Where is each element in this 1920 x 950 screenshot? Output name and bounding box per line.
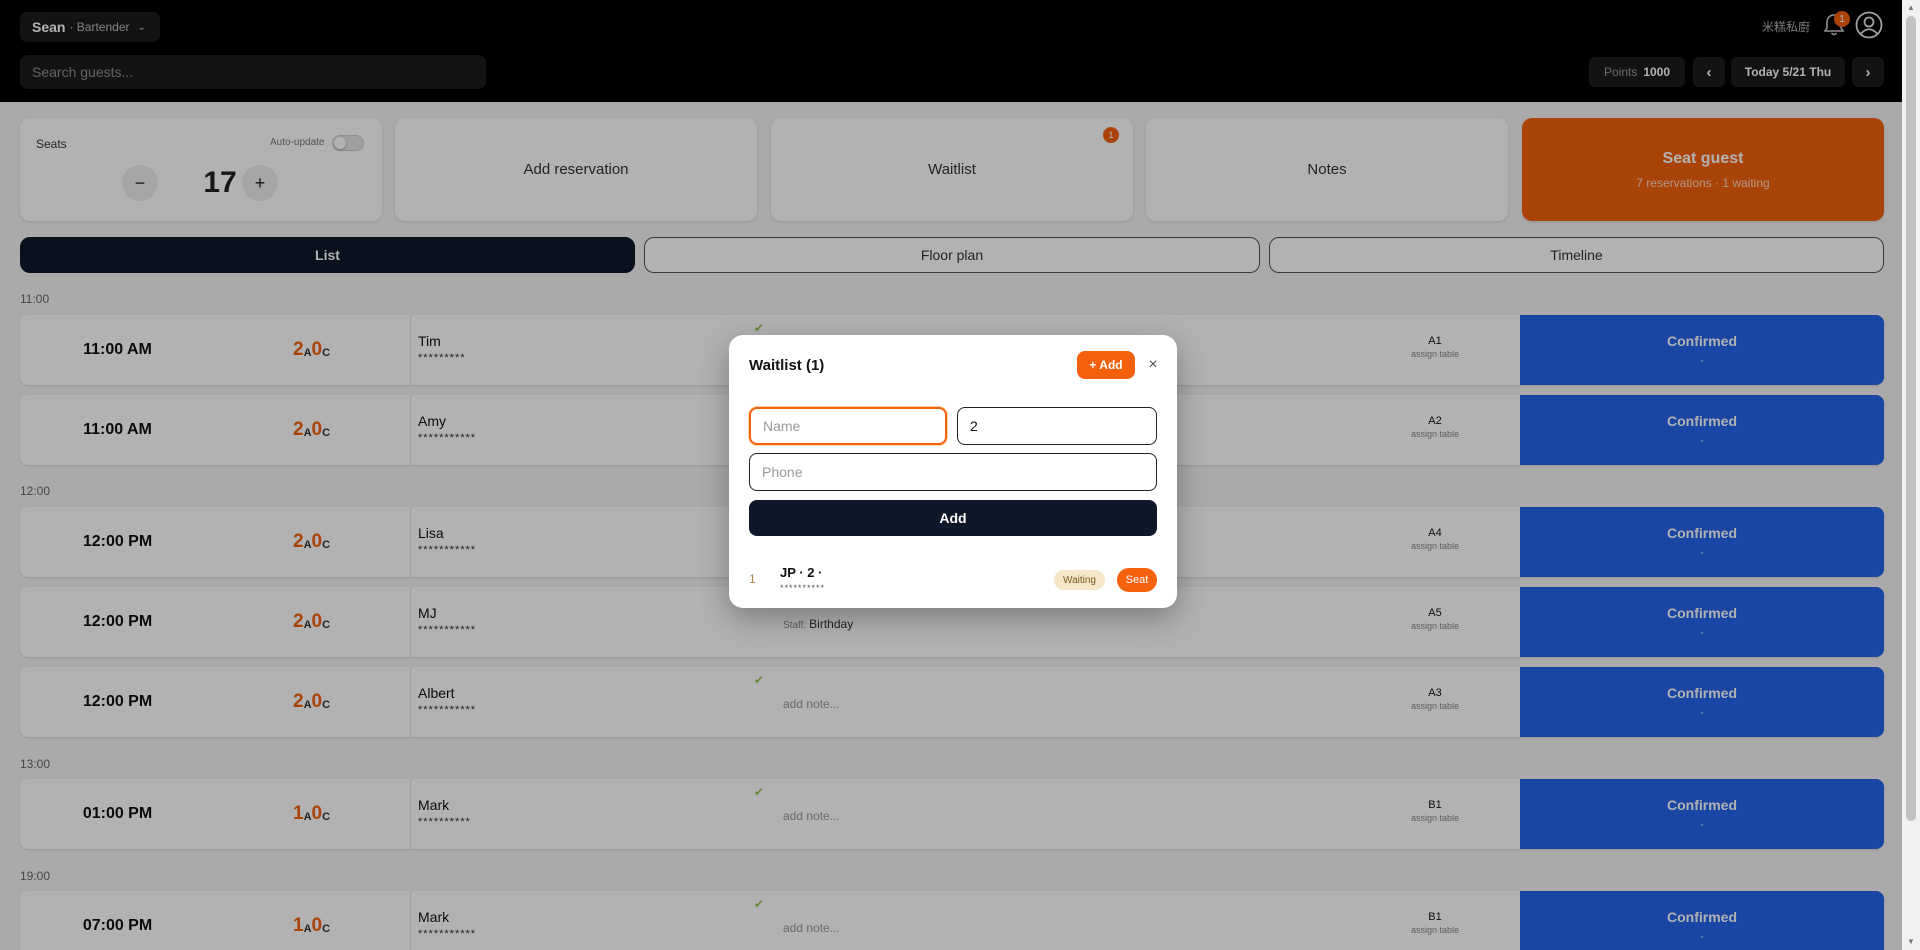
scrollbar-thumb[interactable] [1906,16,1916,821]
waitlist-entry-label: JP · 2 · [780,565,823,580]
add-waitlist-button[interactable]: + Add [1077,351,1135,379]
close-icon[interactable]: × [1143,355,1163,375]
page-scrollbar[interactable]: ▲ ▼ [1902,0,1920,950]
party-size-input[interactable] [957,407,1157,445]
scroll-up-arrow-icon[interactable]: ▲ [1906,3,1916,12]
name-input[interactable] [749,407,947,445]
seat-waitlist-guest-button[interactable]: Seat [1117,568,1157,592]
phone-input[interactable] [749,453,1157,491]
waitlist-entry-phone: ********** [780,583,826,593]
submit-waitlist-button[interactable]: Add [749,500,1157,536]
modal-title: Waitlist (1) [749,357,825,374]
waitlist-modal: Waitlist (1) + Add × Add 1 JP · 2 · ****… [729,335,1177,608]
waitlist-entry-index: 1 [749,572,756,586]
scroll-down-arrow-icon[interactable]: ▼ [1906,937,1916,946]
waiting-status-badge: Waiting [1054,570,1105,590]
